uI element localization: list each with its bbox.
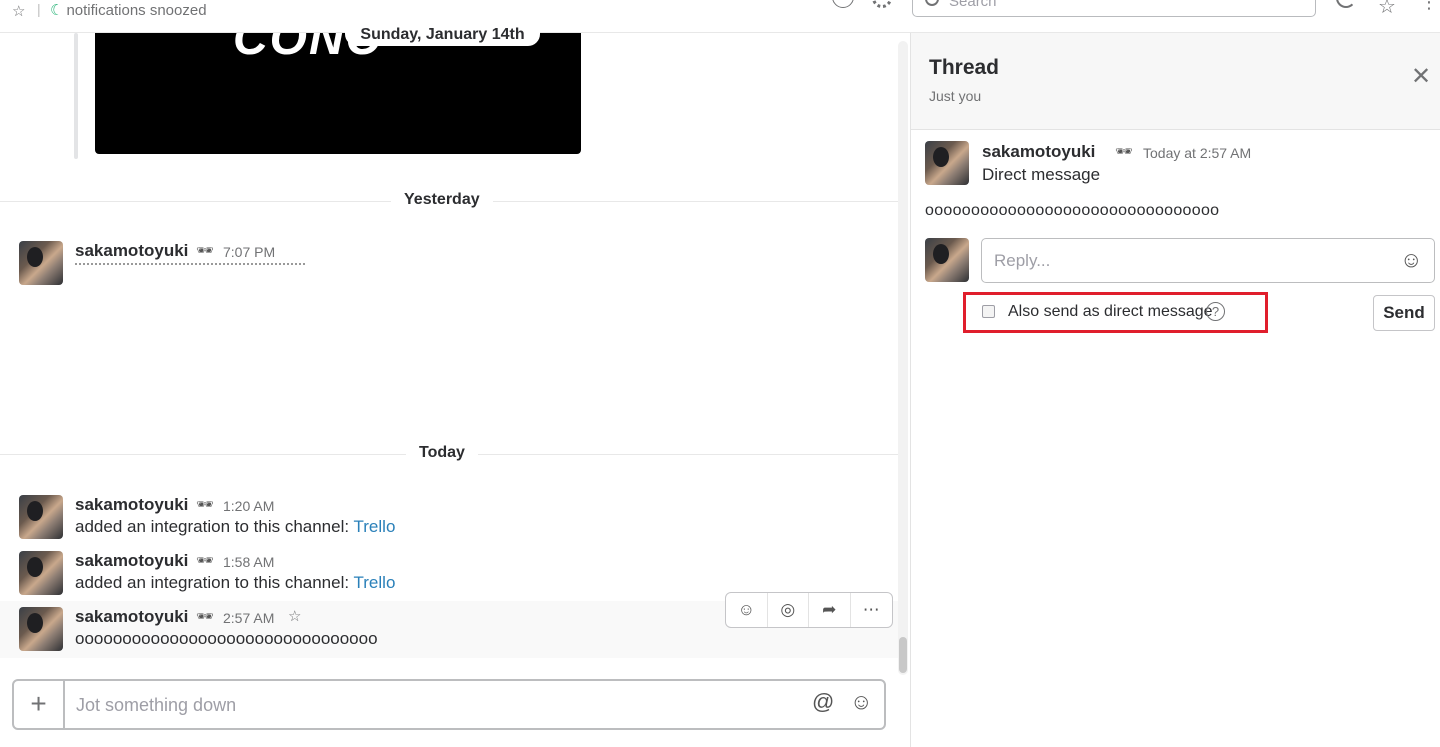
thread-header: Thread Just you ✕: [911, 33, 1440, 130]
video-thumbnail[interactable]: CONC: [95, 33, 581, 154]
message-time[interactable]: 1:20 AM: [223, 498, 274, 514]
floating-date-pill[interactable]: Sunday, January 14th: [345, 25, 540, 46]
more-icon[interactable]: ⋮: [1420, 0, 1438, 13]
call-icon[interactable]: [832, 0, 854, 8]
messages-scrollbar[interactable]: [898, 41, 908, 675]
more-actions-icon[interactable]: ⋯: [851, 593, 892, 627]
scrollbar-thumb[interactable]: [899, 637, 907, 673]
avatar[interactable]: [19, 241, 63, 285]
mentions-icon[interactable]: [1336, 0, 1356, 8]
message-author[interactable]: sakamotoyuki: [982, 142, 1095, 162]
help-icon[interactable]: ?: [1206, 302, 1225, 321]
message-time[interactable]: 2:57 AM: [223, 610, 274, 626]
message-text: added an integration to this channel:: [75, 517, 354, 536]
message-input[interactable]: [76, 693, 776, 717]
gear-icon[interactable]: [872, 0, 892, 8]
add-reaction-icon[interactable]: ☺: [726, 593, 768, 627]
message-body: oooooooooooooooooooooooooooooooo: [75, 629, 378, 648]
also-send-highlight: Also send as direct message ?: [963, 292, 1268, 333]
search-input[interactable]: Search: [912, 0, 1316, 17]
star-message-icon[interactable]: ☆: [288, 607, 301, 625]
day-divider-label-today[interactable]: Today: [406, 443, 478, 463]
glasses-icon: 🕶: [196, 496, 214, 512]
messages-pane: CONC Sunday, January 14th Yesterday saka…: [0, 25, 910, 747]
starred-items-icon[interactable]: ☆: [1378, 0, 1396, 19]
thread-message-text: oooooooooooooooooooooooooooooooo: [925, 202, 1220, 219]
message-author[interactable]: sakamotoyuki: [75, 607, 188, 627]
trello-link[interactable]: Trello: [354, 573, 396, 592]
also-send-label[interactable]: Also send as direct message: [1008, 303, 1213, 321]
also-send-checkbox[interactable]: [982, 305, 995, 318]
start-thread-icon[interactable]: ◎: [768, 593, 809, 627]
send-button[interactable]: Send: [1373, 295, 1435, 331]
search-icon: [925, 0, 939, 6]
reply-field: ☺: [981, 238, 1435, 283]
reply-input[interactable]: [994, 249, 1384, 273]
message-body: added an integration to this channel: Tr…: [75, 517, 395, 537]
share-icon[interactable]: ➦: [809, 593, 851, 627]
message-time[interactable]: 1:58 AM: [223, 554, 274, 570]
channel-header: ☆ | ☾ notifications snoozed Search ☆ ⋮: [0, 0, 1440, 33]
star-icon[interactable]: ☆: [12, 2, 25, 20]
message-body: added an integration to this channel: Tr…: [75, 573, 395, 593]
message-item[interactable]: sakamotoyuki 🕶 7:07 PM: [0, 241, 898, 297]
emoji-icon[interactable]: ☺: [850, 689, 872, 715]
attach-plus-button[interactable]: +: [14, 681, 65, 728]
notifications-label: notifications snoozed: [66, 2, 207, 19]
message-actions-toolbar: ☺ ◎ ➦ ⋯: [725, 592, 893, 628]
attachment-quote-bar: [74, 33, 78, 159]
message-author[interactable]: sakamotoyuki: [75, 551, 188, 571]
glasses-icon: 🕶: [196, 552, 214, 568]
message-time[interactable]: 7:07 PM: [223, 244, 275, 260]
mention-icon[interactable]: @: [812, 689, 834, 715]
message-composer: + @ ☺: [12, 679, 886, 730]
thread-parent-message[interactable]: sakamotoyuki 🕶 Today at 2:57 AM Direct m…: [925, 141, 1425, 191]
emoji-icon[interactable]: ☺: [1400, 247, 1422, 273]
message-item[interactable]: sakamotoyuki 🕶 1:20 AM added an integrat…: [0, 495, 898, 551]
snooze-icon: ☾: [50, 2, 64, 19]
avatar[interactable]: [19, 495, 63, 539]
thread-subtitle: Just you: [929, 88, 982, 104]
thread-panel: Thread Just you ✕ sakamotoyuki 🕶 Today a…: [910, 33, 1440, 747]
day-divider-label-yesterday[interactable]: Yesterday: [391, 190, 493, 210]
avatar: [925, 238, 969, 282]
notifications-status[interactable]: ☾ notifications snoozed: [50, 1, 207, 19]
avatar[interactable]: [925, 141, 969, 185]
message-author[interactable]: sakamotoyuki: [75, 495, 188, 515]
glasses-icon: 🕶: [1115, 143, 1133, 159]
message-text: added an integration to this channel:: [75, 573, 354, 592]
slack-window: ☆ | ☾ notifications snoozed Search ☆ ⋮ CO…: [0, 0, 1440, 747]
close-icon[interactable]: ✕: [1411, 65, 1431, 89]
thread-title: Thread: [929, 56, 1000, 79]
message-time[interactable]: Today at 2:57 AM: [1143, 145, 1251, 161]
message-body-clipped: [75, 263, 305, 267]
message-body: Direct message: [982, 165, 1101, 184]
header-separator: |: [37, 1, 41, 17]
trello-link[interactable]: Trello: [354, 517, 396, 536]
avatar[interactable]: [19, 607, 63, 651]
glasses-icon: 🕶: [196, 608, 214, 624]
message-author[interactable]: sakamotoyuki: [75, 241, 188, 261]
avatar[interactable]: [19, 551, 63, 595]
glasses-icon: 🕶: [196, 242, 214, 258]
search-placeholder: Search: [949, 0, 997, 10]
